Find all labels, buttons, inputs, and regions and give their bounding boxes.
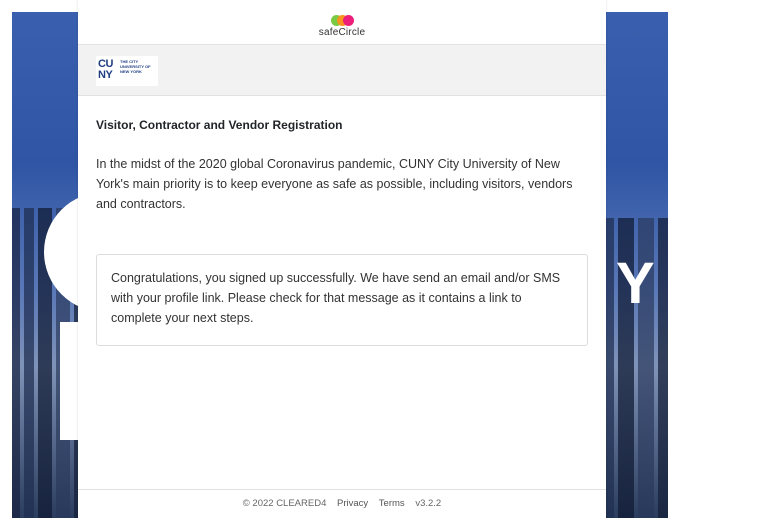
safecircle-logo: safeCircle (318, 14, 366, 40)
cuny-logo-subtext: THE CITY UNIVERSITY OF NEW YORK (120, 59, 151, 74)
institution-bar: CU NY THE CITY UNIVERSITY OF NEW YORK (78, 44, 606, 96)
privacy-link[interactable]: Privacy (337, 498, 368, 509)
success-message: Congratulations, you signed up successfu… (96, 254, 588, 346)
footer: © 2022 CLEARED4 Privacy Terms v3.2.2 (78, 489, 606, 518)
cuny-logo: CU NY THE CITY UNIVERSITY OF NEW YORK (96, 56, 158, 86)
footer-copyright: © 2022 CLEARED4 (242, 498, 327, 509)
terms-link[interactable]: Terms (379, 498, 405, 509)
brand-header: safeCircle (78, 0, 606, 44)
brand-dots-icon (331, 15, 355, 27)
background-letter-y: Y (616, 251, 655, 316)
main-content: Visitor, Contractor and Vendor Registrat… (78, 96, 606, 346)
registration-card: safeCircle CU NY THE CITY UNIVERSITY OF … (78, 0, 606, 518)
brand-name: safeCircle (318, 27, 366, 38)
cuny-logo-mark: CU NY (98, 58, 113, 81)
footer-version: v3.2.2 (415, 498, 442, 509)
pink-dot-icon (343, 15, 354, 26)
page-title: Visitor, Contractor and Vendor Registrat… (96, 118, 343, 132)
intro-text: In the midst of the 2020 global Coronavi… (96, 157, 573, 211)
